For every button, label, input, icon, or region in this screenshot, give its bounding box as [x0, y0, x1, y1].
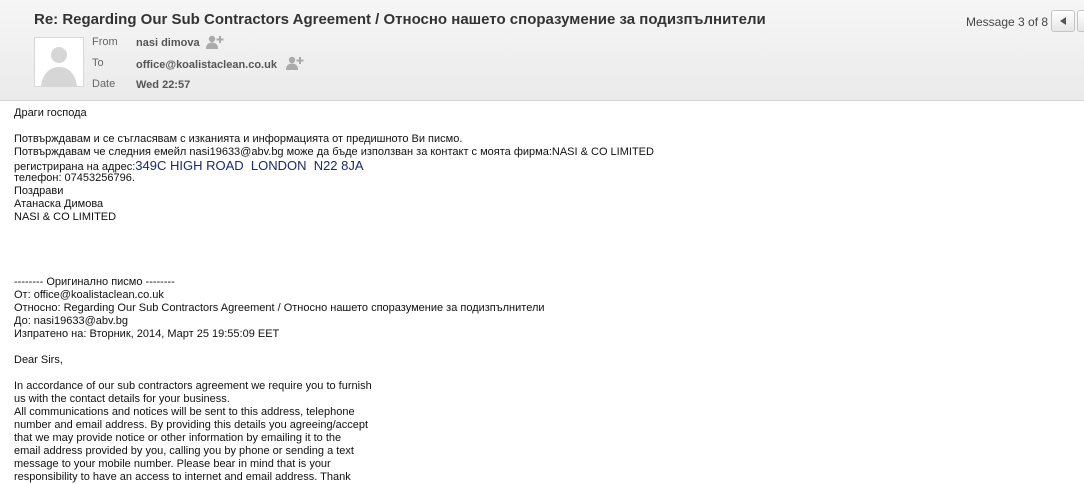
add-contact-icon[interactable] [286, 56, 304, 70]
previous-message-button[interactable] [1051, 10, 1075, 32]
to-value[interactable]: office@koalistaclean.co.uk [136, 59, 277, 71]
person-silhouette-icon [41, 47, 77, 86]
message-counter: Message 3 of 8 [966, 15, 1049, 29]
english-line: email address provided by you, calling y… [14, 445, 354, 457]
dear-line: Dear Sirs, [14, 354, 63, 366]
english-line: us with the contact details for your bus… [14, 393, 230, 405]
english-line: All communications and notices will be s… [14, 406, 355, 418]
message-header: Re: Regarding Our Sub Contractors Agreem… [0, 0, 1084, 101]
avatar [34, 37, 84, 87]
english-line: that we may provide notice or other info… [14, 432, 342, 444]
english-line: number and email address. By providing t… [14, 419, 369, 431]
from-value[interactable]: nasi dimova [136, 37, 200, 49]
english-line: In accordance of our sub contractors agr… [14, 380, 372, 392]
add-contact-icon[interactable] [206, 35, 224, 49]
english-line: message to your mobile number. Please be… [14, 458, 331, 470]
from-label: From [92, 36, 118, 48]
chevron-left-icon [1060, 17, 1066, 25]
next-message-button[interactable] [1077, 10, 1084, 32]
quote-to: До: nasi19633@abv.bg [14, 315, 128, 327]
quote-subject: Относно: Regarding Our Sub Contractors A… [14, 302, 545, 314]
body-line: телефон: 07453256796. [14, 172, 135, 184]
body-line: Атанаска Димова [14, 198, 104, 210]
quote-sent: Изпратено на: Вторник, 2014, Март 25 19:… [14, 328, 280, 340]
address-line: регистрирана на адрес:349C HIGH ROAD LON… [14, 158, 1074, 173]
to-label: To [92, 57, 104, 69]
quote-header: -------- Оригинално писмо -------- [14, 276, 175, 288]
address-value: 349C HIGH ROAD LONDON N22 8JA [135, 158, 364, 173]
greeting: Драги господа [14, 107, 87, 119]
date-label: Date [92, 78, 116, 90]
body-line: NASI & CO LIMITED [14, 211, 117, 223]
message-subject: Re: Regarding Our Sub Contractors Agreem… [34, 11, 766, 28]
body-line: Поздрави [14, 185, 64, 197]
body-line: Потвърждавам и се съгласявам с изканията… [14, 133, 463, 145]
quote-from: От: office@koalistaclean.co.uk [14, 289, 164, 301]
english-line: responsibility to have an access to inte… [14, 471, 351, 483]
date-value: Wed 22:57 [136, 79, 191, 91]
message-body: Драги господа Потвърждавам и се съгласяв… [14, 107, 1074, 484]
